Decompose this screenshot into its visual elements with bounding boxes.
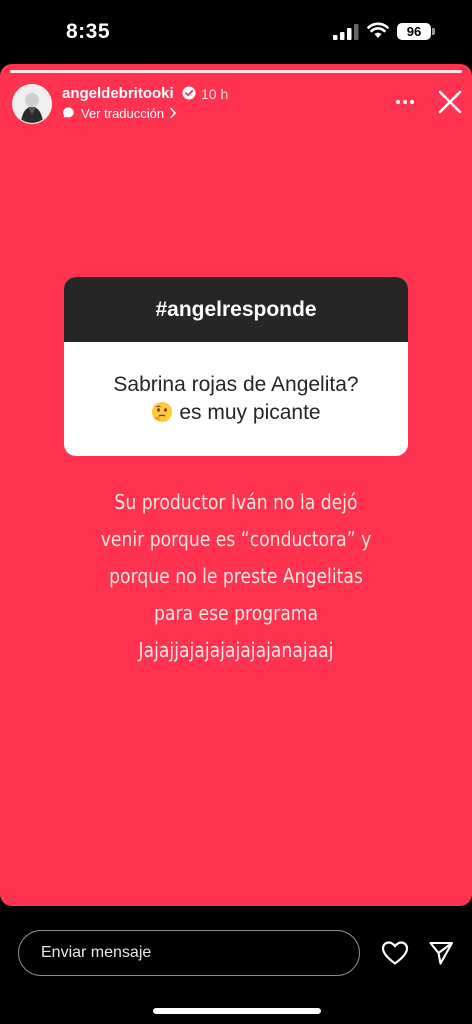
send-icon[interactable] [428, 940, 454, 966]
see-translation-link[interactable]: Ver traducción [62, 105, 177, 121]
status-bar: 8:35 96 [0, 0, 472, 62]
heart-icon[interactable] [381, 940, 409, 966]
battery-tip [432, 28, 435, 35]
more-options-icon[interactable] [393, 90, 417, 114]
answer-line: porque no le preste Angelitas [109, 564, 363, 588]
story-username[interactable]: angeldebritooki [62, 85, 174, 102]
question-line-2-row: es muy picante [64, 399, 408, 427]
see-translation-label: Ver traducción [81, 105, 165, 121]
answer-line: para ese programa [153, 601, 319, 625]
question-line-2: es muy picante [179, 401, 321, 424]
answer-line: venir porque es “conductora” y [100, 527, 372, 551]
close-icon[interactable] [436, 88, 464, 116]
home-indicator [153, 1008, 321, 1014]
wifi-icon [367, 22, 389, 38]
avatar-photo-icon [13, 85, 51, 123]
avatar[interactable] [12, 84, 52, 124]
story-answer-text: Su productor Iván no la dejó venir porqu… [67, 484, 404, 669]
speech-bubble-icon [63, 107, 74, 119]
question-sticker-body: Sabrina rojas de Angelita? es muy picant… [64, 342, 408, 456]
story-progress-bar [10, 70, 462, 73]
answer-line: Jajajjajajajajajajanajaaj [138, 638, 334, 662]
question-sticker-header: #angelresponde [64, 277, 408, 342]
cellular-signal-icon [333, 24, 359, 40]
thinking-face-icon [152, 402, 173, 422]
chevron-right-icon [170, 107, 177, 119]
story-time-ago: 10 h [201, 86, 229, 102]
question-line-1: Sabrina rojas de Angelita? [113, 373, 359, 396]
send-message-input[interactable] [18, 930, 360, 976]
question-sticker: #angelresponde Sabrina rojas de Angelita… [64, 277, 408, 456]
answer-line: Su productor Iván no la dejó [114, 490, 358, 514]
story-card[interactable]: angeldebritooki 10 h Ver traducción #ang… [0, 64, 472, 906]
battery-indicator: 96 [397, 23, 431, 40]
verified-badge-icon [182, 86, 196, 100]
status-time: 8:35 [66, 20, 111, 43]
